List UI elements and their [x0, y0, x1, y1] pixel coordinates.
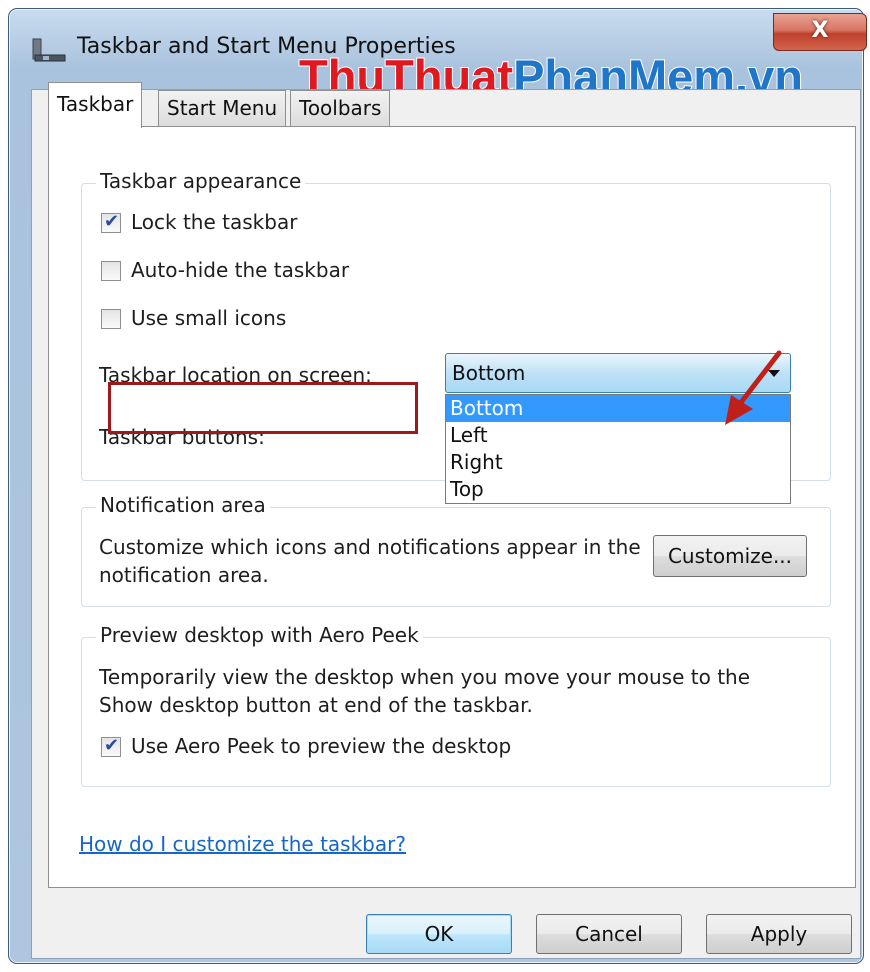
apply-button[interactable]: Apply — [706, 914, 852, 954]
notification-text-line1: Customize which icons and notifications … — [99, 535, 641, 559]
tab-taskbar[interactable]: Taskbar — [48, 82, 143, 128]
help-link[interactable]: How do I customize the taskbar? — [79, 832, 406, 856]
lock-taskbar-label: Lock the taskbar — [131, 210, 298, 234]
small-icons-checkbox[interactable] — [101, 309, 121, 329]
cancel-button[interactable]: Cancel — [536, 914, 682, 954]
tab-start-menu[interactable]: Start Menu — [158, 90, 287, 126]
customize-button[interactable]: Customize... — [653, 535, 807, 577]
location-option-right[interactable]: Right — [446, 449, 790, 476]
ok-button[interactable]: OK — [366, 914, 512, 954]
annotation-highlight-box — [108, 382, 418, 434]
aero-peek-label: Use Aero Peek to preview the desktop — [131, 734, 512, 758]
lock-taskbar-checkbox[interactable] — [101, 211, 121, 233]
autohide-label: Auto-hide the taskbar — [131, 258, 350, 282]
dialog-window: Taskbar and Start Menu Properties X ThuT… — [8, 8, 867, 964]
notification-text-line2: notification area. — [99, 563, 269, 587]
close-button[interactable]: X — [773, 13, 867, 51]
tab-panel-taskbar: Taskbar appearance Lock the taskbar Auto… — [48, 126, 856, 888]
dialog-client: Taskbar Start Menu Toolbars Taskbar appe… — [31, 82, 861, 959]
location-combobox-value: Bottom — [452, 361, 526, 385]
peek-text-line2: Show desktop button at end of the taskba… — [99, 693, 533, 717]
peek-text-line1: Temporarily view the desktop when you mo… — [99, 665, 751, 689]
small-icons-label: Use small icons — [131, 306, 287, 330]
autohide-checkbox[interactable] — [101, 261, 121, 281]
red-arrow-icon — [725, 350, 782, 425]
location-option-top[interactable]: Top — [446, 476, 790, 503]
aero-peek-checkbox[interactable] — [101, 735, 121, 757]
taskbar-app-icon — [32, 38, 66, 62]
group-title-peek: Preview desktop with Aero Peek — [96, 623, 423, 647]
tab-toolbars[interactable]: Toolbars — [290, 90, 391, 126]
group-title-appearance: Taskbar appearance — [96, 169, 306, 193]
group-title-notification: Notification area — [96, 493, 270, 517]
